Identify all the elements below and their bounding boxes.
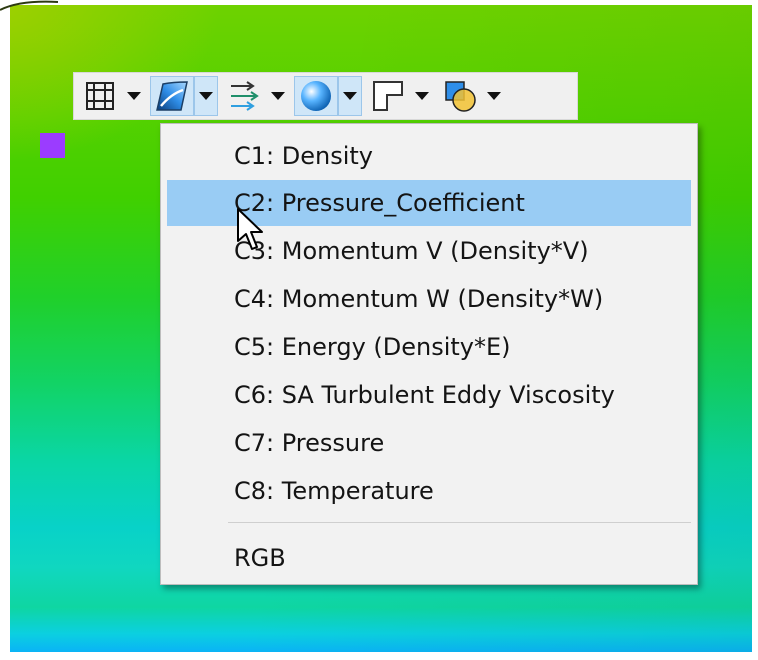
chevron-down-icon: [199, 92, 213, 100]
menu-item-rgb[interactable]: RGB: [167, 535, 691, 581]
menu-item-density[interactable]: C1: Density: [167, 133, 691, 179]
vector-field-icon: [231, 81, 259, 111]
overlap-shapes-icon: [445, 81, 476, 112]
viewport-border-top: [0, 0, 758, 5]
menu-item-sa-turbulent-eddy-viscosity[interactable]: C6: SA Turbulent Eddy Viscosity: [167, 372, 691, 418]
chevron-down-icon: [343, 92, 357, 100]
menu-item-momentum-w[interactable]: C4: Momentum W (Density*W): [167, 276, 691, 322]
chevron-down-icon: [415, 92, 429, 100]
menu-item-energy[interactable]: C5: Energy (Density*E): [167, 324, 691, 370]
chevron-down-icon: [487, 92, 501, 100]
legend-marker: [40, 133, 65, 158]
sphere-lighting-icon: [301, 81, 331, 111]
grid-icon: [86, 82, 114, 110]
menu-item-temperature[interactable]: C8: Temperature: [167, 468, 691, 514]
contour-button[interactable]: [150, 76, 194, 116]
frame-dropdown[interactable]: [410, 76, 434, 116]
vector-button[interactable]: [222, 76, 266, 116]
mouse-pointer-icon: [237, 208, 263, 250]
visualization-toolbar: [73, 72, 578, 120]
viewport-border-left: [0, 0, 10, 660]
model-edge-curve: [0, 0, 59, 11]
mesh-grid-dropdown[interactable]: [122, 76, 146, 116]
frame-button[interactable]: [366, 76, 410, 116]
viewport-border-bottom: [0, 652, 758, 660]
menu-separator: [228, 522, 691, 523]
contour-variable-menu: C1: Density C2: Pressure_Coefficient C3:…: [160, 123, 698, 585]
chevron-down-icon: [271, 92, 285, 100]
lighting-button[interactable]: [294, 76, 338, 116]
shapes-dropdown[interactable]: [482, 76, 506, 116]
menu-item-pressure[interactable]: C7: Pressure: [167, 420, 691, 466]
corner-frame-icon: [373, 81, 403, 111]
contour-shading-icon: [156, 81, 188, 111]
chevron-down-icon: [127, 92, 141, 100]
lighting-dropdown[interactable]: [338, 76, 362, 116]
viewport-border-right: [752, 0, 758, 660]
shapes-button[interactable]: [438, 76, 482, 116]
contour-dropdown[interactable]: [194, 76, 218, 116]
mesh-grid-button[interactable]: [78, 76, 122, 116]
vector-dropdown[interactable]: [266, 76, 290, 116]
